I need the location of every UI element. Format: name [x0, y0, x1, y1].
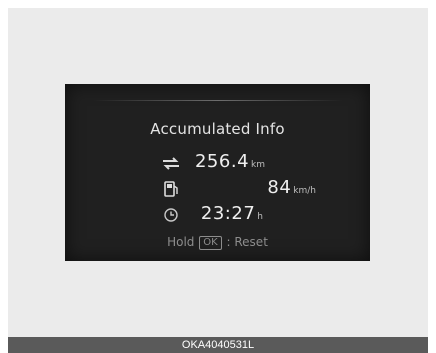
speed-unit: km/h: [293, 186, 316, 196]
screen-title: Accumulated Info: [150, 120, 285, 138]
figure-frame: Accumulated Info 256.4 km 84 km/h 23:27 …: [8, 8, 428, 345]
hint-prefix: Hold: [167, 235, 195, 249]
divider: [93, 100, 343, 101]
distance-icon: [161, 154, 181, 172]
hint-suffix: : Reset: [226, 235, 268, 249]
distance-number: 256.4: [194, 151, 250, 172]
time-unit: h: [257, 212, 263, 222]
ok-button-label: OK: [199, 236, 222, 250]
distance-value: 256.4 km: [195, 151, 265, 172]
speed-number: 84: [267, 177, 292, 198]
figure-caption: OKA4040531L: [8, 337, 428, 353]
time-value: 23:27 h: [201, 203, 263, 224]
time-number: 23:27: [200, 203, 256, 224]
clock-icon: [161, 206, 181, 224]
speed-value: 84 km/h: [267, 177, 316, 198]
cluster-display: Accumulated Info 256.4 km 84 km/h 23:27 …: [65, 84, 370, 261]
reset-hint: Hold OK : Reset: [65, 235, 370, 250]
speed-row: 84 km/h: [65, 177, 370, 200]
fuel-pump-icon: [161, 180, 181, 198]
distance-row: 256.4 km: [65, 151, 370, 174]
distance-unit: km: [251, 160, 265, 170]
time-row: 23:27 h: [65, 203, 370, 226]
